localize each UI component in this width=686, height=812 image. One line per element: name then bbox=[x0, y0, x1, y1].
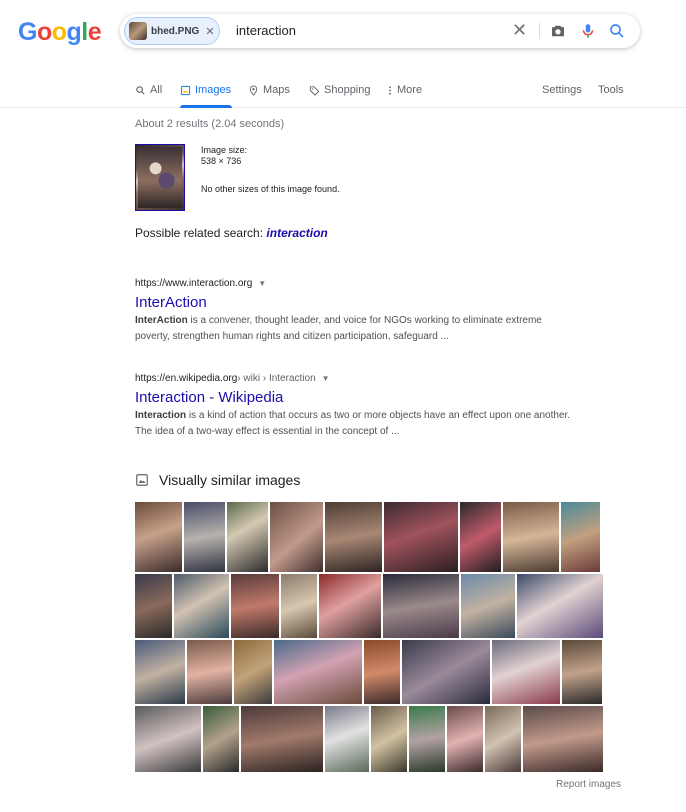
similar-image-tile[interactable] bbox=[384, 502, 458, 572]
tools-link[interactable]: Tools bbox=[598, 84, 624, 96]
chevron-down-icon[interactable]: ▼ bbox=[322, 374, 330, 383]
chevron-down-icon[interactable]: ▼ bbox=[258, 279, 266, 288]
similar-image-tile[interactable] bbox=[325, 706, 369, 772]
similar-image-tile[interactable] bbox=[270, 502, 323, 572]
search-icon[interactable] bbox=[608, 22, 626, 40]
more-vert-icon bbox=[389, 85, 391, 95]
snippet-text: is a kind of action that occurs as two o… bbox=[135, 410, 571, 437]
similar-image-tile[interactable] bbox=[409, 706, 445, 772]
visually-similar-title: Visually similar images bbox=[159, 472, 301, 488]
microphone-icon[interactable] bbox=[579, 22, 597, 40]
tab-images[interactable]: Images bbox=[180, 84, 231, 96]
result-title[interactable]: InterAction bbox=[135, 294, 575, 311]
tab-label: Shopping bbox=[324, 84, 371, 96]
similar-image-tile[interactable] bbox=[187, 640, 232, 704]
tab-maps[interactable]: Maps bbox=[248, 84, 290, 96]
result-title[interactable]: Interaction - Wikipedia bbox=[135, 389, 575, 406]
similar-image-tile[interactable] bbox=[274, 640, 362, 704]
tab-all[interactable]: All bbox=[135, 84, 162, 96]
image-size-block: Image size: 538 × 736 bbox=[201, 145, 247, 167]
tab-label: All bbox=[150, 84, 163, 96]
similar-image-tile[interactable] bbox=[135, 640, 185, 704]
similar-image-tile[interactable] bbox=[364, 640, 400, 704]
no-other-sizes-text: No other sizes of this image found. bbox=[201, 184, 340, 194]
tag-icon bbox=[309, 85, 320, 96]
result-url-host: https://www.interaction.org bbox=[135, 278, 253, 289]
similar-image-tile[interactable] bbox=[485, 706, 521, 772]
chip-thumbnail bbox=[129, 22, 147, 40]
google-logo[interactable]: Google bbox=[18, 18, 102, 47]
result-url-path: › wiki › Interaction bbox=[237, 373, 316, 384]
similar-image-tile[interactable] bbox=[371, 706, 407, 772]
similar-image-tile[interactable] bbox=[135, 706, 201, 772]
tab-more[interactable]: More bbox=[387, 84, 422, 96]
similar-image-tile[interactable] bbox=[461, 574, 515, 638]
result-url-host: https://en.wikipedia.org bbox=[135, 373, 238, 384]
snippet-bold: Interaction bbox=[135, 410, 187, 421]
similar-image-tile[interactable] bbox=[460, 502, 501, 572]
related-search-prefix: Possible related search: bbox=[135, 226, 264, 240]
similar-image-tile[interactable] bbox=[447, 706, 483, 772]
camera-icon[interactable] bbox=[549, 22, 567, 40]
chip-remove-icon[interactable]: ✕ bbox=[205, 25, 214, 38]
similar-image-tile[interactable] bbox=[561, 502, 600, 572]
similar-image-tile[interactable] bbox=[492, 640, 560, 704]
similar-image-tile[interactable] bbox=[562, 640, 602, 704]
map-pin-icon bbox=[249, 84, 258, 96]
similar-image-tile[interactable] bbox=[319, 574, 381, 638]
similar-image-tile[interactable] bbox=[281, 574, 317, 638]
query-image-thumbnail[interactable] bbox=[135, 144, 185, 211]
similar-image-tile[interactable] bbox=[174, 574, 229, 638]
similar-image-tile[interactable] bbox=[231, 574, 279, 638]
settings-link[interactable]: Settings bbox=[542, 84, 582, 96]
tab-label: Maps bbox=[263, 84, 290, 96]
similar-image-tile[interactable] bbox=[135, 574, 172, 638]
snippet-bold: InterAction bbox=[135, 315, 188, 326]
search-input[interactable]: interaction bbox=[236, 23, 296, 38]
result-snippet: Interaction is a kind of action that occ… bbox=[135, 408, 575, 440]
image-icon bbox=[180, 85, 191, 95]
similar-image-tile[interactable] bbox=[227, 502, 268, 572]
result-stats: About 2 results (2.04 seconds) bbox=[135, 118, 285, 130]
similar-image-tile[interactable] bbox=[184, 502, 225, 572]
tab-label: Images bbox=[195, 84, 232, 96]
similar-image-tile[interactable] bbox=[135, 502, 182, 572]
result-snippet: InterAction is a convener, thought leade… bbox=[135, 313, 575, 345]
active-tab-indicator bbox=[180, 105, 232, 108]
tab-shopping[interactable]: Shopping bbox=[309, 84, 371, 96]
tab-label: More bbox=[397, 84, 423, 96]
snippet-text: is a convener, thought leader, and voice… bbox=[135, 315, 542, 342]
similar-image-tile[interactable] bbox=[203, 706, 239, 772]
search-box[interactable]: bhed.PNG ✕ interaction ✕ bbox=[120, 14, 640, 48]
related-search-link[interactable]: interaction bbox=[266, 226, 327, 240]
similar-image-tile[interactable] bbox=[523, 706, 603, 772]
result-url[interactable]: https://en.wikipedia.org › wiki › Intera… bbox=[135, 373, 575, 384]
chip-label: bhed.PNG bbox=[151, 25, 200, 37]
result-url[interactable]: https://www.interaction.org ▼ bbox=[135, 278, 575, 289]
similar-image-tile[interactable] bbox=[234, 640, 272, 704]
image-size-label: Image size: bbox=[201, 145, 248, 155]
similar-image-tile[interactable] bbox=[383, 574, 459, 638]
related-search: Possible related search: interaction bbox=[135, 226, 328, 240]
similar-image-tile[interactable] bbox=[517, 574, 603, 638]
search-image-chip[interactable]: bhed.PNG ✕ bbox=[124, 17, 220, 45]
report-images-link[interactable]: Report images bbox=[556, 779, 621, 790]
clear-search-icon[interactable]: ✕ bbox=[512, 20, 527, 41]
search-divider bbox=[539, 23, 540, 39]
search-tabs: All Images Maps Shopping More bbox=[0, 80, 686, 108]
image-size-value: 538 × 736 bbox=[201, 156, 242, 166]
similar-image-tile[interactable] bbox=[325, 502, 382, 572]
similar-image-tile[interactable] bbox=[402, 640, 490, 704]
visually-similar-header: Visually similar images bbox=[135, 472, 300, 488]
similar-image-tile[interactable] bbox=[241, 706, 323, 772]
search-icon bbox=[136, 85, 145, 95]
search-result: https://www.interaction.org ▼ InterActio… bbox=[135, 278, 575, 345]
search-result: https://en.wikipedia.org › wiki › Intera… bbox=[135, 373, 575, 440]
similar-image-tile[interactable] bbox=[503, 502, 559, 572]
image-icon bbox=[136, 474, 148, 486]
query-image bbox=[138, 147, 182, 208]
